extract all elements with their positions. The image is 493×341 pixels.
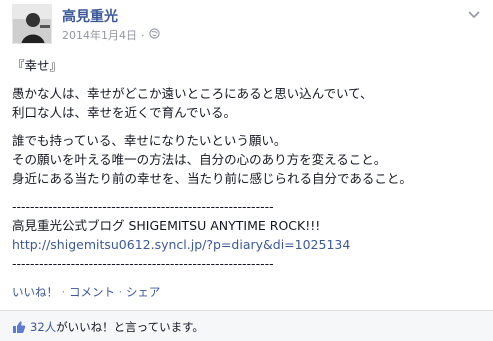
post-text-line: 身近にある当たり前の幸せを、当たり前に感じられる自分であること。 (12, 171, 412, 186)
post-text-line: 利口な人は、幸せを近くで育んでいる。 (12, 105, 237, 120)
likes-suffix: がいいね！と言っています。 (56, 320, 204, 334)
author-name[interactable]: 高見重光 (62, 6, 118, 26)
facebook-post: 高見重光 2014年1月4日 · 『幸せ』 愚かな人は、幸せがどこか遠いところに… (0, 0, 493, 341)
post-meta: 2014年1月4日 · (62, 27, 160, 43)
action-separator: · (61, 285, 66, 299)
meta-separator: · (141, 28, 145, 42)
globe-icon[interactable] (148, 28, 160, 42)
post-body: 『幸せ』 愚かな人は、幸せがどこか遠いところにあると思い込んでいて、 利口な人は… (12, 56, 482, 273)
comment-link[interactable]: コメント (69, 285, 115, 299)
post-date[interactable]: 2014年1月4日 (62, 27, 137, 43)
divider-line: ----------------------------------------… (12, 256, 274, 271)
chevron-down-icon[interactable] (467, 6, 481, 20)
thumbs-up-icon (12, 319, 26, 333)
blog-title: 高見重光公式ブログ SHIGEMITSU ANYTIME ROCK!!! (12, 218, 321, 233)
likes-bar: 32人がいいね！と言っています。 (0, 310, 493, 341)
post-heading: 『幸せ』 (12, 58, 63, 73)
like-link[interactable]: いいね！ (12, 285, 58, 299)
avatar[interactable] (12, 4, 52, 44)
post-actions: いいね！ · コメント · シェア (12, 284, 160, 300)
divider-line: ----------------------------------------… (12, 199, 274, 214)
post-text-line: その願いを叶える唯一の方法は、自分の心のあり方を変えること。 (12, 152, 387, 167)
post-text-line: 誰でも持っている、幸せになりたいという願い。 (12, 133, 287, 148)
avatar-photo (13, 5, 51, 43)
likes-count[interactable]: 32人 (30, 320, 56, 334)
post-text-line: 愚かな人は、幸せがどこか遠いところにあると思い込んでいて、 (12, 86, 373, 101)
share-link[interactable]: シェア (126, 285, 161, 299)
action-separator: · (118, 285, 123, 299)
likes-summary: 32人がいいね！と言っています。 (30, 319, 204, 335)
blog-link[interactable]: http://shigemitsu0612.syncl.jp/?p=diary&… (12, 235, 482, 254)
